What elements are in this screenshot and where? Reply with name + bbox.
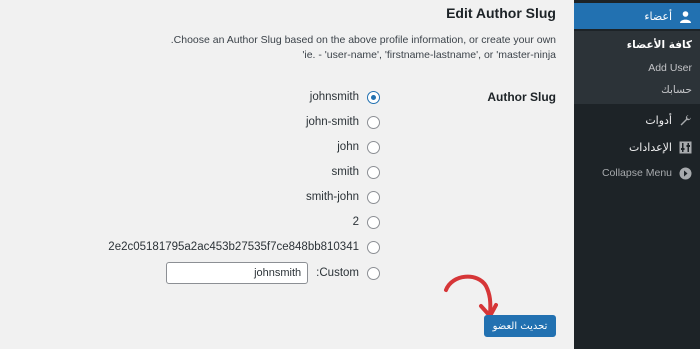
- slug-option-label: johnsmith: [309, 91, 359, 103]
- description-line-1: .Choose an Author Slug based on the abov…: [170, 34, 556, 46]
- slug-option[interactable]: johnsmith: [310, 88, 380, 106]
- slug-option[interactable]: smith: [332, 163, 380, 181]
- slug-option[interactable]: 2e2c05181795a2ac453b27535f7ce848bb810341: [108, 238, 380, 256]
- user-icon: [678, 9, 692, 23]
- slug-radio[interactable]: [367, 190, 380, 204]
- slug-radio[interactable]: [367, 140, 380, 154]
- slug-option[interactable]: john-smith: [306, 113, 380, 131]
- main-content: Edit Author Slug .Choose an Author Slug …: [0, 0, 574, 349]
- slug-option-label: smith-john: [305, 191, 359, 203]
- slug-option-custom[interactable]: :Custom: [166, 261, 380, 285]
- slug-option-label: john-smith: [305, 116, 359, 128]
- collapse-menu-label: Collapse Menu: [601, 167, 672, 179]
- description-line-2: 'ie. - 'user-name', 'firstname-lastname'…: [302, 49, 556, 61]
- update-user-button[interactable]: تحديث العضو: [484, 315, 556, 337]
- sidebar-item-label: أدوات: [645, 113, 672, 127]
- slug-radio[interactable]: [367, 90, 380, 104]
- users-submenu: كافة الأعضاء Add User حسابك: [574, 31, 700, 104]
- sidebar-item-users[interactable]: أعضاء: [574, 3, 700, 29]
- custom-label: :Custom: [316, 267, 359, 279]
- settings-sliders-icon: [678, 140, 692, 154]
- submenu-item-all-users[interactable]: كافة الأعضاء: [627, 39, 692, 51]
- slug-option-label: 2e2c05181795a2ac453b27535f7ce848bb810341: [108, 241, 359, 253]
- slug-option-label: 2: [352, 216, 359, 228]
- slug-option[interactable]: smith-john: [306, 188, 380, 206]
- slug-option-label: smith: [331, 166, 359, 178]
- slug-radio[interactable]: [367, 240, 380, 254]
- sidebar-item-tools[interactable]: أدوات: [574, 110, 700, 130]
- wrench-icon: [678, 113, 692, 127]
- slug-option-label: john: [337, 141, 359, 153]
- collapse-menu-button[interactable]: Collapse Menu: [574, 163, 700, 183]
- submenu-item-profile[interactable]: حسابك: [661, 84, 692, 96]
- submenu-item-add-user[interactable]: Add User: [648, 62, 692, 74]
- slug-option[interactable]: john: [337, 138, 380, 156]
- slug-radio[interactable]: [367, 165, 380, 179]
- author-slug-label: Author Slug: [487, 90, 556, 104]
- sidebar-item-settings[interactable]: الإعدادات: [574, 137, 700, 157]
- slug-option[interactable]: 2: [353, 213, 380, 231]
- admin-sidebar: أعضاء كافة الأعضاء Add User حسابك أدوات …: [574, 0, 700, 349]
- slug-radio[interactable]: [367, 215, 380, 229]
- section-title: Edit Author Slug: [446, 5, 556, 21]
- custom-slug-input[interactable]: [166, 262, 309, 284]
- sidebar-item-label: أعضاء: [644, 9, 672, 23]
- sidebar-item-label: الإعدادات: [628, 140, 672, 154]
- custom-radio[interactable]: [367, 266, 380, 280]
- collapse-arrow-icon: [678, 166, 692, 180]
- slug-radio[interactable]: [367, 115, 380, 129]
